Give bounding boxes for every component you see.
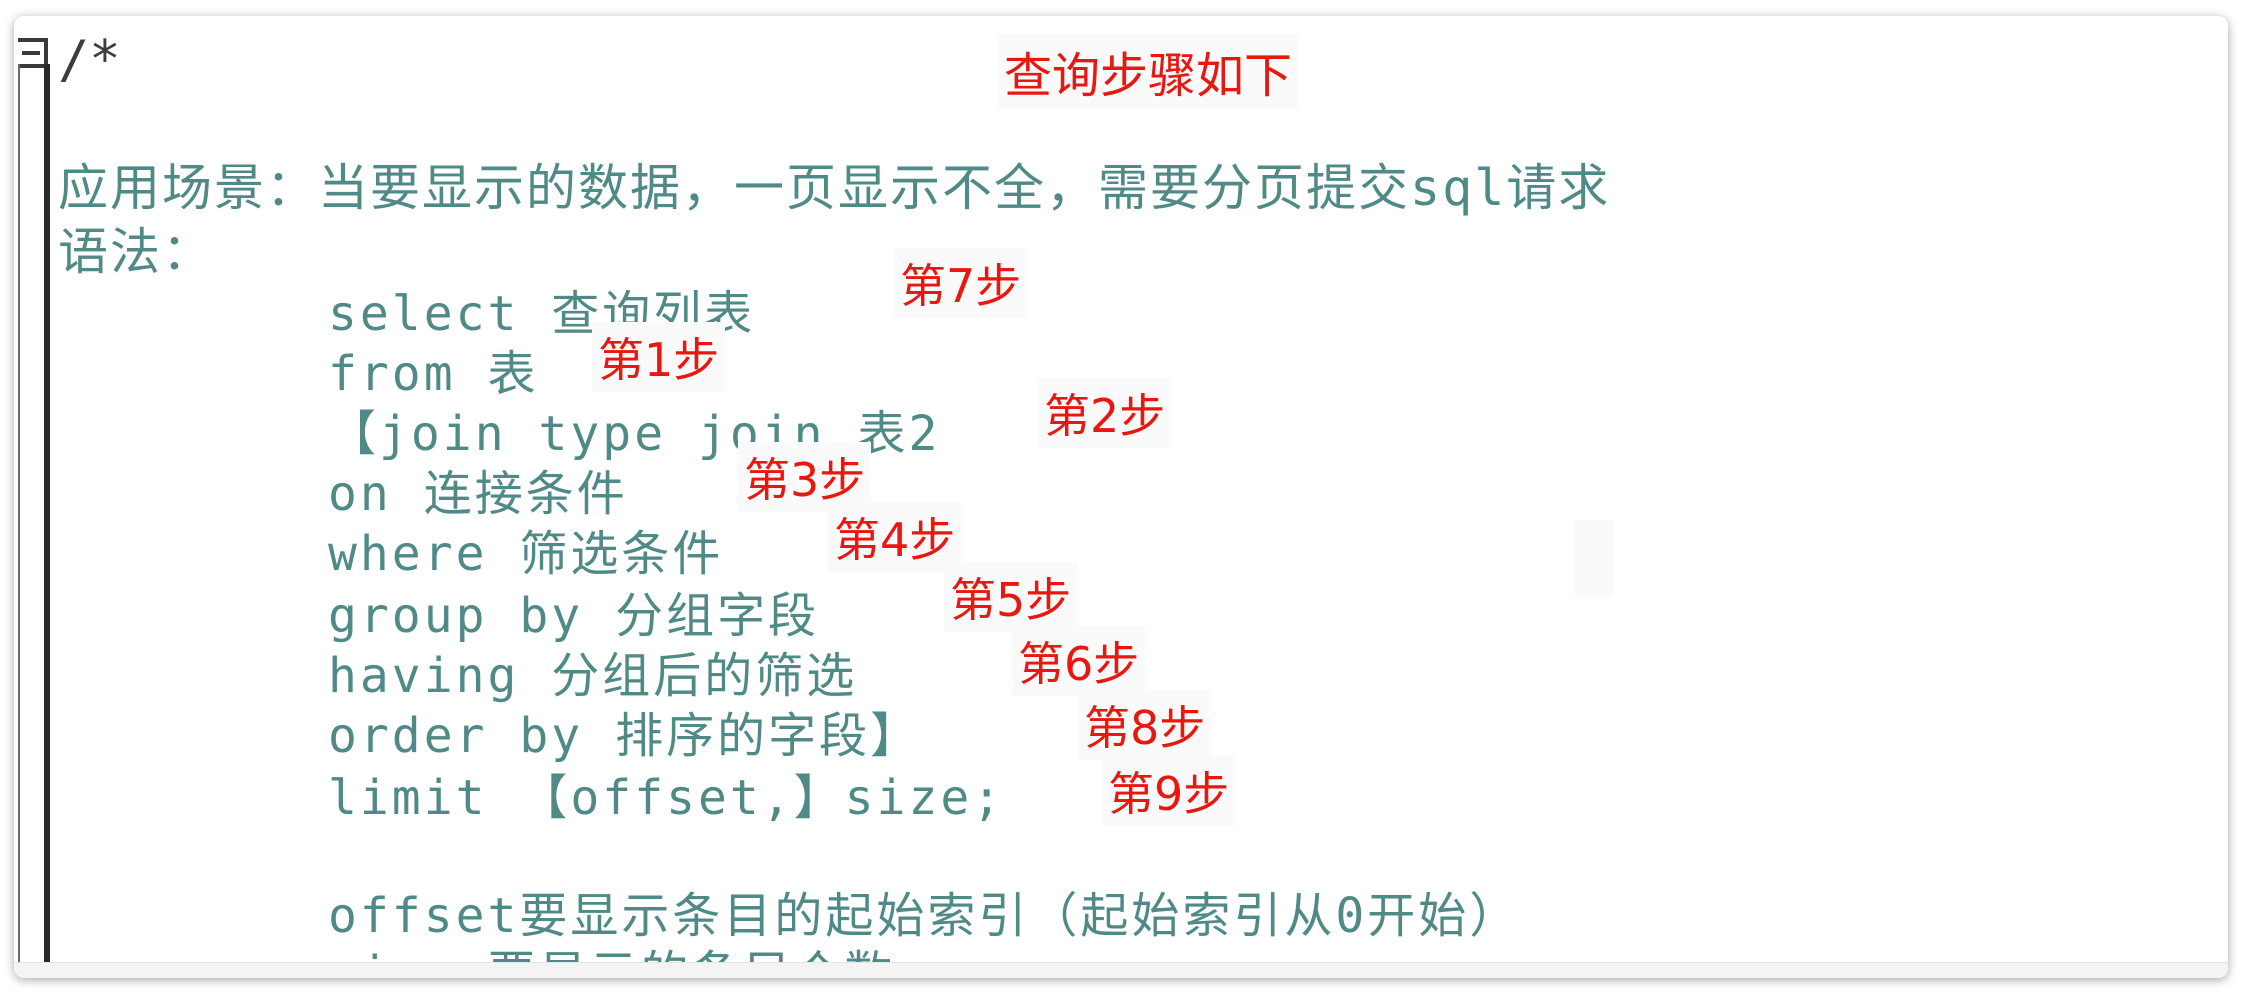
code-line-limit: limit 【offset,】size; (328, 770, 1005, 826)
page-title: 查询步骤如下 (998, 34, 1299, 108)
syntax-label: 语法： (58, 223, 214, 281)
screenshot-frame: /* 查询步骤如下 应用场景：当要显示的数据，一页显示不全，需要分页提交sql请… (14, 16, 2228, 978)
gutter-fold-line (44, 64, 50, 978)
step-annotation-6: 第6步 (1012, 626, 1146, 696)
scenario-line: 应用场景：当要显示的数据，一页显示不全，需要分页提交sql请求 (58, 159, 1611, 217)
step-annotation-7: 第7步 (894, 248, 1028, 318)
gutter-guide-line (18, 64, 20, 978)
step-annotation-2: 第2步 (1038, 378, 1172, 448)
bottom-status-strip (14, 962, 2228, 978)
step-annotation-5: 第5步 (944, 562, 1078, 632)
step-annotation-8: 第8步 (1078, 690, 1212, 760)
code-line-order-by: order by 排序的字段】 (328, 708, 922, 764)
code-line-where: where 筛选条件 (328, 526, 724, 582)
comment-open: /* (58, 30, 121, 90)
step-annotation-9: 第9步 (1102, 756, 1236, 826)
step-annotation-1: 第1步 (592, 322, 726, 392)
step-annotation-4: 第4步 (828, 502, 962, 572)
faint-highlight-artifact (1574, 520, 1614, 596)
